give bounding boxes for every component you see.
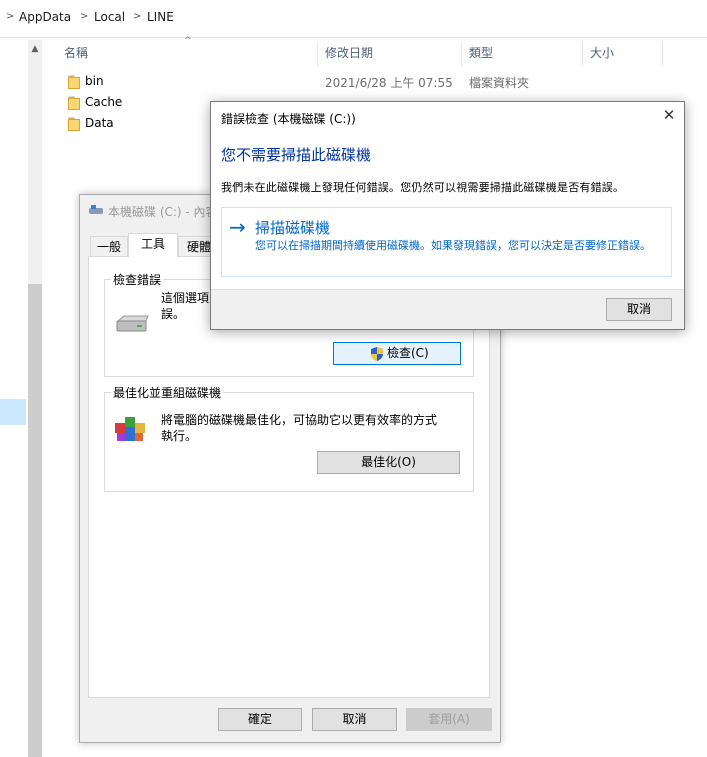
dialog-description: 我們未在此磁碟機上發現任何錯誤。您仍然可以視需要掃描此磁碟機是否有錯誤。 <box>221 181 625 194</box>
optimize-group: 最佳化並重組磁碟機 將電腦的磁碟機最佳化，可協助它以更有效率的方式 執行。 最佳… <box>104 384 474 492</box>
file-name: Cache <box>85 95 123 109</box>
dialog-title: 本機磁碟 (C:) - 內容 <box>108 205 218 219</box>
chevron-right-icon: > <box>80 11 89 22</box>
file-date: 2021/6/28 上午 07:55 <box>325 76 453 90</box>
column-header-name[interactable]: 名稱 <box>64 40 88 68</box>
folder-icon <box>68 96 80 110</box>
scroll-up-arrow-icon[interactable]: ▲ <box>28 40 42 58</box>
file-name: bin <box>85 74 104 88</box>
uac-shield-icon <box>371 347 383 361</box>
group-label: 檢查錯誤 <box>111 271 164 288</box>
drive-icon <box>89 205 103 215</box>
column-header-size[interactable]: 大小 <box>590 40 614 68</box>
cancel-button[interactable]: 取消 <box>312 708 397 731</box>
chevron-right-icon: > <box>6 11 15 22</box>
scan-drive-description: 您可以在掃描期間持續使用磁碟機。如果發現錯誤，您可以決定是否要修正錯誤。 <box>255 239 651 252</box>
list-item[interactable]: bin 2021/6/28 上午 07:55 檔案資料夾 <box>60 72 700 93</box>
tab-tools[interactable]: 工具 <box>128 233 178 257</box>
cancel-button[interactable]: 取消 <box>606 298 672 321</box>
nav-pane-selected-item[interactable] <box>0 399 26 425</box>
check-button[interactable]: 檢查(C) <box>333 342 461 365</box>
error-check-description: 這個選項 誤。 <box>161 291 210 321</box>
scan-drive-link[interactable]: → 掃描磁碟機 您可以在掃描期間持續使用磁碟機。如果發現錯誤，您可以決定是否要修… <box>221 207 672 277</box>
column-header-type[interactable]: 類型 <box>469 40 493 68</box>
breadcrumb-local[interactable]: Local <box>94 10 125 24</box>
chevron-right-icon: > <box>133 11 142 22</box>
optimize-button[interactable]: 最佳化(O) <box>317 451 460 474</box>
breadcrumb-appdata[interactable]: AppData <box>19 10 71 24</box>
close-icon[interactable]: ✕ <box>660 106 678 124</box>
scan-drive-title: 掃描磁碟機 <box>255 219 331 237</box>
apply-button[interactable]: 套用(A) <box>406 708 492 731</box>
folder-icon <box>68 117 80 131</box>
file-name: Data <box>85 116 114 130</box>
hard-drive-icon <box>116 315 149 332</box>
dialog-heading: 您不需要掃描此磁碟機 <box>221 146 372 164</box>
optimize-description-line1: 將電腦的磁碟機最佳化，可協助它以更有效率的方式 <box>161 413 438 427</box>
arrow-right-icon: → <box>229 215 246 239</box>
column-header-modified[interactable]: 修改日期 <box>325 40 373 68</box>
address-bar[interactable]: > AppData > Local > LINE <box>0 0 707 38</box>
check-button-label: 檢查(C) <box>387 346 429 360</box>
divider <box>211 289 684 290</box>
optimize-description-line2: 執行。 <box>161 429 198 443</box>
tab-general[interactable]: 一般 <box>90 236 128 256</box>
defrag-icon <box>115 417 145 441</box>
file-type: 檔案資料夾 <box>469 76 530 90</box>
group-label: 最佳化並重組磁碟機 <box>111 384 224 401</box>
sort-ascending-icon: ^ <box>184 36 192 46</box>
error-checking-dialog: 錯誤檢查 (本機磁碟 (C:)) ✕ 您不需要掃描此磁碟機 我們未在此磁碟機上發… <box>210 101 685 330</box>
scrollbar-thumb[interactable] <box>28 284 42 757</box>
breadcrumb-line[interactable]: LINE <box>147 10 174 24</box>
dialog-title: 錯誤檢查 (本機磁碟 (C:)) <box>221 112 356 126</box>
folder-icon <box>68 75 80 89</box>
ok-button[interactable]: 確定 <box>218 708 302 731</box>
